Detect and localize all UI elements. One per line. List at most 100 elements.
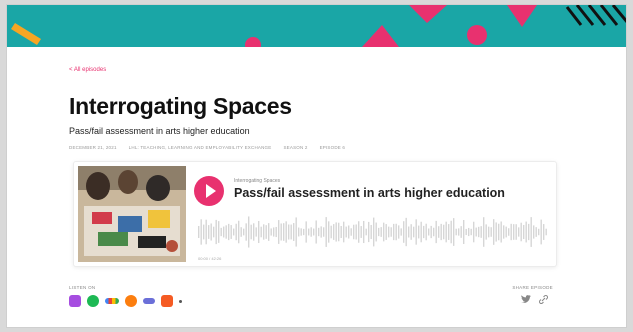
- waveform-bar: [285, 221, 287, 243]
- waveform-bar: [365, 228, 367, 236]
- waveform-bar: [335, 222, 337, 242]
- page-title: Interrogating Spaces: [69, 93, 292, 119]
- waveform-bar: [308, 228, 310, 236]
- waveform-bar: [198, 226, 200, 238]
- waveform-bar: [430, 225, 432, 239]
- waveform-bar: [465, 228, 467, 236]
- meta-show-link[interactable]: LHL: Teaching, Learning and Employabilit…: [129, 145, 272, 150]
- waveform-bar: [403, 221, 405, 243]
- share-episode-label: SHARE EPISODE: [512, 285, 553, 290]
- waveform-bar: [428, 228, 430, 236]
- castbox-icon[interactable]: [161, 295, 173, 307]
- waveform-bar: [375, 222, 377, 242]
- spotify-icon[interactable]: [87, 295, 99, 307]
- waveform-bar: [398, 225, 400, 239]
- waveform-bar: [415, 219, 417, 245]
- waveform-bar: [225, 225, 227, 239]
- waveform-bar: [240, 227, 242, 237]
- waveform-bar: [460, 226, 462, 238]
- waveform-bar: [445, 221, 447, 243]
- episode-meta: December 21, 2021 LHL: Teaching, Learnin…: [69, 145, 345, 150]
- waveform-bar: [358, 221, 360, 243]
- playback-time: 00:00 / 42:26: [198, 256, 222, 261]
- browser-viewport: < All episodes Interrogating Spaces Pass…: [6, 4, 627, 328]
- waveform-bar: [298, 227, 300, 237]
- waveform-bar: [278, 220, 280, 244]
- waveform-bar: [425, 223, 427, 241]
- twitter-icon[interactable]: [521, 295, 531, 304]
- waveform-bar: [498, 223, 500, 241]
- waveform-bar: [328, 221, 330, 243]
- waveform-bar: [523, 224, 525, 240]
- pocket-casts-icon[interactable]: [143, 298, 155, 304]
- waveform-bar: [373, 217, 375, 247]
- share-links: [521, 295, 548, 304]
- waveform-bar: [293, 223, 295, 241]
- episode-subtitle: Pass/fail assessment in arts higher educ…: [69, 126, 250, 136]
- waveform-bar: [438, 226, 440, 238]
- waveform-bar: [255, 227, 257, 237]
- waveform-bar: [235, 223, 237, 241]
- waveform-bar: [368, 221, 370, 243]
- waveform-bar: [505, 226, 507, 238]
- apple-podcasts-icon[interactable]: [69, 295, 81, 307]
- waveform-bar: [405, 217, 407, 247]
- waveform-bar: [228, 223, 230, 241]
- banner-decoration: [7, 5, 626, 47]
- waveform-bar: [478, 226, 480, 238]
- waveform-bar: [488, 226, 490, 238]
- waveform-bar: [250, 224, 252, 240]
- waveform-bar: [353, 224, 355, 240]
- waveform-bar: [310, 227, 312, 237]
- waveform-bar: [355, 224, 357, 240]
- waveform-bar: [408, 226, 410, 238]
- waveform-bar: [410, 224, 412, 240]
- waveform-bar: [515, 224, 517, 240]
- waveform-bar: [535, 227, 537, 237]
- waveform-bar: [288, 224, 290, 240]
- waveform-bar: [238, 220, 240, 244]
- waveform-bar: [393, 223, 395, 241]
- all-episodes-link[interactable]: < All episodes: [69, 67, 106, 73]
- waveform-bar: [303, 228, 305, 236]
- waveform-bar: [208, 225, 210, 239]
- waveform-bar: [473, 221, 475, 243]
- waveform-bar: [320, 226, 322, 238]
- waveform-bar: [340, 226, 342, 238]
- waveform-bar: [400, 228, 402, 236]
- waveform-bar: [420, 221, 422, 243]
- waveform-bar: [318, 227, 320, 237]
- waveform-bar: [253, 223, 255, 241]
- waveform-bar: [493, 219, 495, 245]
- waveform-bar: [520, 222, 522, 242]
- listen-on-label: LISTEN ON: [69, 285, 96, 290]
- waveform-bar: [230, 225, 232, 239]
- waveform-bar: [200, 219, 202, 245]
- waveform-bar: [213, 226, 215, 238]
- link-icon[interactable]: [539, 295, 548, 304]
- waveform-bar: [370, 224, 372, 240]
- overcast-icon[interactable]: [125, 295, 137, 307]
- waveform-bar: [305, 221, 307, 243]
- waveform-bar: [495, 222, 497, 242]
- play-button[interactable]: [194, 176, 224, 206]
- waveform-bar: [440, 223, 442, 241]
- waveform-bar: [333, 224, 335, 240]
- waveform-bar: [458, 228, 460, 236]
- waveform-bar: [210, 223, 212, 241]
- waveform-bar: [545, 228, 547, 236]
- waveform-bar: [380, 227, 382, 237]
- waveform-bar: [243, 228, 245, 236]
- google-podcasts-icon[interactable]: [105, 298, 119, 304]
- waveform-bar: [433, 227, 435, 237]
- waveform-bar: [223, 226, 225, 238]
- more-icon[interactable]: [179, 299, 182, 303]
- waveform-bar: [423, 225, 425, 239]
- waveform-bar: [385, 224, 387, 240]
- waveform-bar: [345, 226, 347, 238]
- waveform-bar: [490, 227, 492, 237]
- waveform-scrubber[interactable]: [198, 216, 548, 248]
- waveform-bar: [528, 223, 530, 241]
- waveform-bar: [513, 224, 515, 240]
- waveform-bar: [378, 227, 380, 237]
